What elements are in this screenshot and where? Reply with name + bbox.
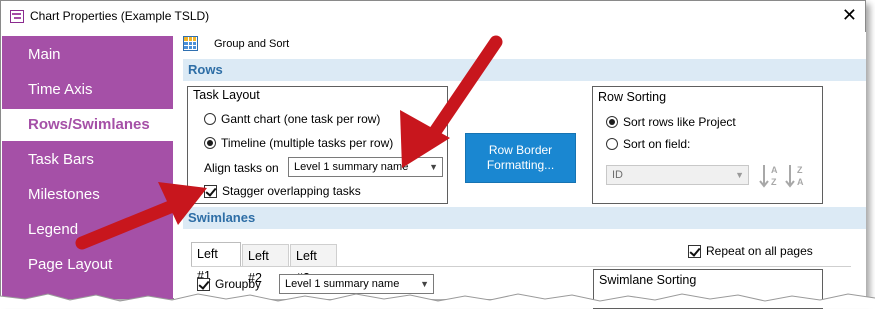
gantt-radio[interactable] (204, 113, 216, 125)
sort-on-field-radio[interactable] (606, 138, 618, 150)
sort-field-select[interactable]: ID ▼ (606, 165, 749, 185)
group-and-sort-label[interactable]: Group and Sort (214, 38, 289, 50)
sort-like-project-label: Sort rows like Project (623, 115, 736, 129)
groupby-value: Level 1 summary name (285, 278, 400, 290)
timeline-option-label: Timeline (multiple tasks per row) (221, 136, 394, 150)
sort-like-project-radio[interactable] (606, 116, 618, 128)
sidebar: Main Time Axis Rows/Swimlanes Task Bars … (2, 36, 175, 299)
sidebar-item-milestones[interactable]: Milestones (2, 179, 173, 211)
repeat-label: Repeat on all pages (706, 244, 813, 258)
stagger-label: Stagger overlapping tasks (222, 184, 361, 198)
svg-text:Z: Z (771, 177, 777, 187)
sidebar-item-main[interactable]: Main (2, 39, 173, 71)
sort-ascending-icon[interactable]: A Z (759, 163, 783, 189)
groupby-option[interactable]: Groupby (197, 277, 261, 291)
row-border-formatting-button[interactable]: Row Border Formatting... (465, 133, 576, 183)
rows-section-header: Rows (183, 59, 866, 81)
title-bar: Chart Properties (Example TSLD) ✕ (1, 1, 865, 32)
sidebar-item-page-layout[interactable]: Page Layout (2, 249, 173, 281)
stagger-checkbox[interactable] (204, 184, 217, 198)
tab-left-2[interactable]: Left #2 (242, 244, 289, 285)
tab-left-1[interactable]: Left #1 (191, 242, 241, 283)
task-layout-title: Task Layout (193, 88, 260, 102)
row-sorting-title: Row Sorting (598, 90, 667, 104)
sort-descending-icon[interactable]: Z A (785, 163, 809, 189)
groupby-label: Groupby (215, 277, 262, 291)
repeat-checkbox[interactable] (688, 244, 701, 258)
swimlanes-section-header: Swimlanes (183, 207, 866, 229)
tab-left-3[interactable]: Left #3 (290, 244, 337, 285)
sort-field-value: ID (612, 169, 623, 181)
svg-text:A: A (771, 165, 778, 175)
sort-on-field-option[interactable]: Sort on field: (606, 137, 690, 151)
chevron-down-icon: ▼ (735, 170, 744, 180)
timeline-option[interactable]: Timeline (multiple tasks per row) (204, 136, 393, 150)
sort-on-field-label: Sort on field: (623, 137, 691, 151)
grid-icon[interactable] (183, 36, 198, 51)
sidebar-item-time-axis[interactable]: Time Axis (2, 74, 173, 106)
close-icon[interactable]: ✕ (842, 5, 857, 26)
content-panel: Group and Sort Rows Task Layout Gantt ch… (174, 32, 866, 309)
swimlane-sorting-title: Swimlane Sorting (599, 273, 697, 287)
row-border-formatting-label: Row Border Formatting... (486, 143, 555, 172)
chart-properties-window: Chart Properties (Example TSLD) ✕ Main T… (0, 0, 866, 309)
app-icon (10, 10, 24, 23)
align-tasks-label: Align tasks on (204, 161, 279, 175)
chevron-down-icon: ▼ (429, 162, 438, 172)
sort-like-project-option[interactable]: Sort rows like Project (606, 115, 736, 129)
align-tasks-select[interactable]: Level 1 summary name ▼ (288, 157, 443, 177)
timeline-radio[interactable] (204, 137, 216, 149)
sidebar-item-task-bars[interactable]: Task Bars (2, 144, 173, 176)
window-title: Chart Properties (Example TSLD) (30, 9, 210, 23)
row-sorting-group: Row Sorting Sort rows like Project Sort … (592, 86, 823, 204)
repeat-on-all-pages-option[interactable]: Repeat on all pages (688, 244, 813, 258)
groupby-checkbox[interactable] (197, 277, 210, 291)
tab-strip-divider (191, 266, 851, 267)
sidebar-item-rows-swimlanes[interactable]: Rows/Swimlanes (2, 109, 175, 141)
sidebar-item-legend[interactable]: Legend (2, 214, 173, 246)
svg-text:Z: Z (797, 165, 803, 175)
svg-text:A: A (797, 177, 804, 187)
stagger-option[interactable]: Stagger overlapping tasks (204, 184, 361, 198)
gantt-option[interactable]: Gantt chart (one task per row) (204, 112, 380, 126)
torn-edge (0, 293, 875, 308)
align-tasks-value: Level 1 summary name (294, 161, 409, 173)
task-layout-group: Task Layout Gantt chart (one task per ro… (187, 86, 448, 204)
gantt-option-label: Gantt chart (one task per row) (221, 112, 381, 126)
